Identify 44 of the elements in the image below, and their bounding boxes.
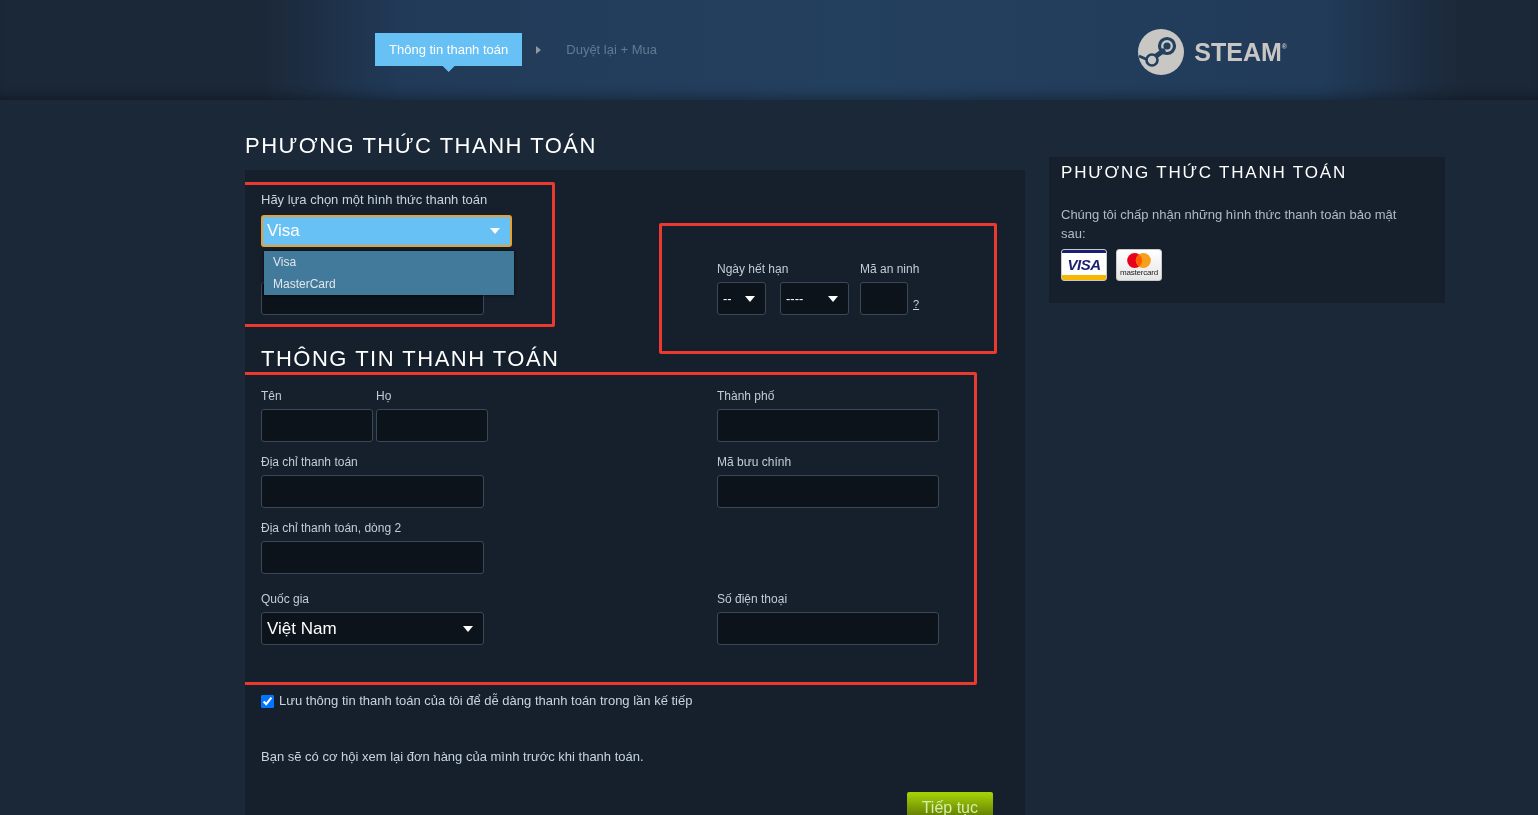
text-field[interactable] (717, 612, 939, 645)
info-text: Chúng tôi chấp nhận những hình thức thanh toán bảo mật sau: (1061, 206, 1398, 243)
field-label: Hãy lựa chọn một hình thức thanh toán (261, 192, 489, 208)
triangle-right-icon (536, 46, 542, 54)
overlapping-circles-icon (1127, 253, 1151, 268)
section-title: THÔNG TIN THANH TOÁN (261, 345, 561, 373)
checkbox[interactable] (261, 694, 274, 708)
country-select[interactable]: Việt Nam (261, 612, 484, 645)
logo-text: VISA (1067, 257, 1101, 273)
caret-down-icon (828, 295, 838, 302)
field-label: Số điện thoại (717, 592, 789, 607)
text-field[interactable] (717, 409, 939, 442)
field-label: Mã bưu chính (717, 455, 793, 470)
caret-down-icon (463, 625, 473, 632)
year-select[interactable]: ---- (780, 282, 849, 315)
logo-text: mastercard (1120, 268, 1158, 277)
info-text: Bạn sẽ có cơ hội xem lại đơn hàng của mình trước khi thanh toán. (261, 749, 645, 765)
field-label: Thành phố (717, 389, 776, 404)
dropdown-option[interactable]: Visa (264, 251, 514, 273)
dropdown-option[interactable]: MasterCard (264, 273, 514, 295)
checkbox-label: Lưu thông tin thanh toán của tôi để dễ dàng thanh toán trong lần kế tiếp (279, 693, 693, 709)
field-label: Tên (261, 389, 283, 404)
field-label: Quốc gia (261, 592, 311, 607)
help-link[interactable]: ? (913, 293, 920, 315)
field-label: Ngày hết hạn (717, 262, 790, 277)
caret-down-icon (490, 228, 500, 234)
logo-wordmark: STEAM$^{®}$ (1194, 37, 1287, 67)
text-field[interactable] (261, 409, 373, 442)
logo-icon (1138, 29, 1185, 75)
field-label: Địa chỉ thanh toán (261, 455, 359, 470)
panel-title: PHƯƠNG THỨC THANH TOÁN (1061, 163, 1348, 183)
text-field[interactable] (261, 475, 484, 508)
text-field[interactable] (717, 475, 939, 508)
field-label: Họ (376, 389, 393, 404)
month-select[interactable]: -- (717, 282, 766, 315)
field-label: Mã an ninh (860, 262, 920, 277)
text-field[interactable] (860, 282, 908, 315)
checkout-step: Thông tin thanh toán (375, 33, 523, 72)
field-label: Địa chỉ thanh toán, dòng 2 (261, 521, 403, 536)
caret-down-icon (745, 295, 755, 302)
text-field[interactable] (261, 541, 484, 574)
checkout-step: Duyệt lại + Mua (566, 33, 657, 72)
section-title: PHƯƠNG THỨC THANH TOÁN (245, 132, 598, 160)
text-field[interactable] (376, 409, 488, 442)
